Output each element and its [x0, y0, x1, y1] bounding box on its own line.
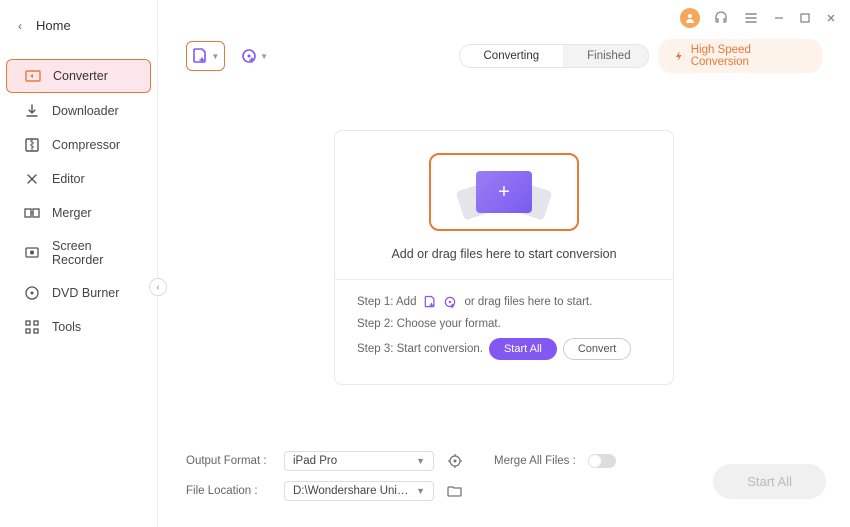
hsc-label: High Speed Conversion	[691, 44, 808, 68]
add-file-button[interactable]: ▼	[186, 41, 225, 71]
converter-icon	[25, 68, 41, 84]
minimize-button[interactable]	[772, 11, 786, 25]
tab-converting[interactable]: Converting	[460, 45, 564, 67]
compressor-icon	[24, 137, 40, 153]
file-location-select[interactable]: D:\Wondershare UniConverter 1 ▼	[284, 481, 434, 501]
menu-icon[interactable]	[742, 9, 760, 27]
format-settings-button[interactable]	[446, 452, 464, 470]
high-speed-conversion-button[interactable]: High Speed Conversion	[659, 39, 822, 73]
folder-add-icon: +	[476, 171, 532, 213]
sidebar-item-dvd-burner[interactable]: DVD Burner	[6, 277, 151, 309]
nav-label: Screen Recorder	[52, 239, 133, 267]
editor-icon	[24, 171, 40, 187]
sidebar-item-editor[interactable]: Editor	[6, 163, 151, 195]
step-1: Step 1: Add or drag files here to start.	[357, 294, 651, 310]
chevron-down-icon: ▼	[416, 486, 425, 496]
merger-icon	[24, 205, 40, 221]
back-icon: ‹	[18, 19, 22, 33]
open-folder-button[interactable]	[446, 482, 464, 500]
home-label: Home	[36, 18, 71, 33]
start-all-main-button[interactable]: Start All	[713, 464, 826, 499]
collapse-sidebar-button[interactable]: ‹	[149, 278, 167, 296]
output-format-label: Output Format :	[186, 455, 272, 467]
drop-zone[interactable]: +	[429, 153, 579, 231]
add-dvd-icon	[240, 47, 258, 65]
nav-label: DVD Burner	[52, 286, 119, 300]
dvd-burner-icon	[24, 285, 40, 301]
nav-label: Downloader	[52, 104, 119, 118]
steps-panel: Step 1: Add or drag files here to start.…	[335, 279, 673, 360]
tab-finished[interactable]: Finished	[563, 45, 649, 67]
sidebar-item-compressor[interactable]: Compressor	[6, 129, 151, 161]
sidebar: ‹ Home Converter Downloader Compressor E…	[0, 0, 158, 527]
drop-text: Add or drag files here to start conversi…	[335, 247, 673, 261]
avatar[interactable]	[680, 8, 700, 28]
step-3: Step 3: Start conversion. Start All Conv…	[357, 338, 651, 360]
chevron-down-icon: ▼	[416, 456, 425, 466]
nav-label: Merger	[52, 206, 92, 220]
drop-card: + Add or drag files here to start conver…	[334, 130, 674, 385]
step2-text: Step 2: Choose your format.	[357, 318, 501, 330]
output-format-select[interactable]: iPad Pro ▼	[284, 451, 434, 471]
step3-text: Step 3: Start conversion.	[357, 343, 483, 355]
nav-label: Editor	[52, 172, 85, 186]
sidebar-item-tools[interactable]: Tools	[6, 311, 151, 343]
lightning-icon	[673, 50, 685, 62]
home-button[interactable]: ‹ Home	[0, 10, 157, 41]
file-location-label: File Location :	[186, 485, 272, 497]
screen-recorder-icon	[24, 245, 40, 261]
chevron-down-icon: ▼	[260, 52, 268, 61]
sidebar-item-merger[interactable]: Merger	[6, 197, 151, 229]
support-icon[interactable]	[712, 9, 730, 27]
titlebar	[158, 0, 850, 36]
nav-label: Compressor	[52, 138, 120, 152]
close-button[interactable]	[824, 11, 838, 25]
start-all-button[interactable]: Start All	[489, 338, 557, 360]
merge-label: Merge All Files :	[494, 455, 576, 467]
output-format-value: iPad Pro	[293, 455, 337, 467]
sidebar-item-converter[interactable]: Converter	[6, 59, 151, 93]
footer: Output Format : iPad Pro ▼ Merge All Fil…	[158, 439, 850, 527]
nav-label: Converter	[53, 69, 108, 83]
merge-toggle[interactable]	[588, 454, 616, 468]
tools-icon	[24, 319, 40, 335]
toolbar: ▼ ▼ Converting Finished High Speed Conve…	[158, 36, 850, 76]
add-file-icon	[191, 47, 209, 65]
maximize-button[interactable]	[798, 11, 812, 25]
add-file-icon[interactable]	[422, 294, 438, 310]
downloader-icon	[24, 103, 40, 119]
convert-button[interactable]: Convert	[563, 338, 632, 360]
sidebar-item-screen-recorder[interactable]: Screen Recorder	[6, 231, 151, 275]
sidebar-item-downloader[interactable]: Downloader	[6, 95, 151, 127]
step1-prefix: Step 1: Add	[357, 296, 416, 308]
main-area: ▼ ▼ Converting Finished High Speed Conve…	[158, 0, 850, 527]
step1-suffix: or drag files here to start.	[464, 296, 592, 308]
nav-label: Tools	[52, 320, 81, 334]
status-tabs: Converting Finished	[459, 44, 650, 68]
chevron-down-icon: ▼	[211, 52, 219, 61]
file-location-value: D:\Wondershare UniConverter 1	[293, 485, 416, 497]
content-area: + Add or drag files here to start conver…	[158, 76, 850, 439]
add-dvd-button[interactable]: ▼	[235, 41, 274, 71]
add-dvd-icon[interactable]	[442, 294, 458, 310]
step-2: Step 2: Choose your format.	[357, 318, 651, 330]
